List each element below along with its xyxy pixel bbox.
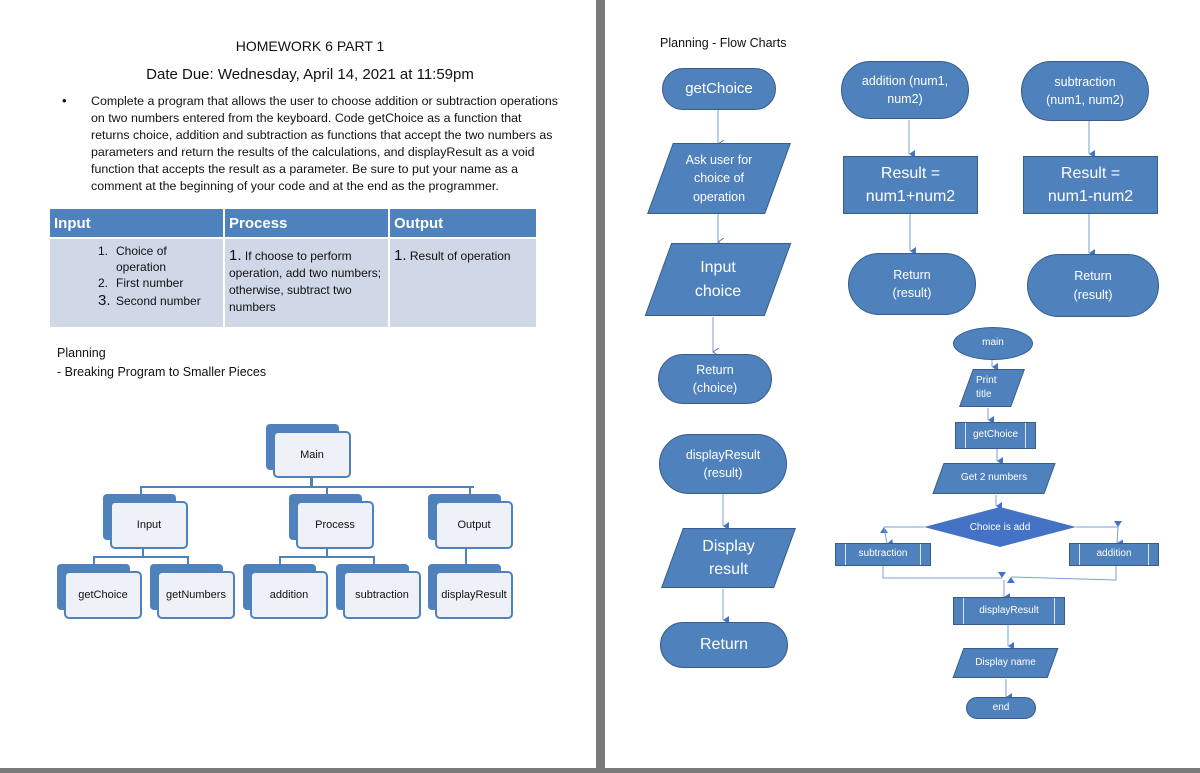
shape-label: addition (num1, num2): [861, 73, 949, 106]
flowcharts-heading: Planning - Flow Charts: [660, 36, 787, 50]
shape-label: Result =: [1060, 164, 1121, 182]
subroutine-subtraction: subtraction: [835, 543, 931, 566]
connector-line: [279, 556, 375, 558]
shape-label: Get 2 numbers: [960, 472, 1028, 484]
process-item: 1. If choose to perform operation, add t…: [229, 243, 384, 316]
org-node-getnumbers: getNumbers: [157, 571, 235, 619]
bullet-icon: •: [62, 93, 67, 108]
org-node-main: Main: [273, 431, 351, 478]
shape-label: Result =: [880, 164, 941, 182]
connector-line: [140, 486, 474, 488]
shape-label: addition: [1096, 548, 1132, 560]
document-title: HOMEWORK 6 PART 1: [235, 38, 385, 54]
header-input: Input: [50, 209, 223, 239]
terminal-subtraction-return: Return (result): [1027, 254, 1159, 317]
planning-label: Planning: [57, 346, 106, 360]
subroutine-addition: addition: [1069, 543, 1159, 566]
item-number: 1.: [229, 247, 242, 264]
header-output: Output: [390, 209, 536, 239]
bottom-edge: [0, 768, 1200, 773]
terminal-subtraction: subtraction (num1, num2): [1021, 61, 1149, 121]
terminal-return-choice: Return (choice): [658, 354, 772, 404]
process-subtraction-calc: Result = num1-num2: [1023, 156, 1158, 214]
shape-label: subtraction (num1, num2): [1046, 74, 1124, 107]
org-node-getchoice: getChoice: [64, 571, 142, 619]
ipo-header-row: Input Process Output: [50, 209, 536, 239]
subroutine-displayresult: displayResult: [953, 597, 1065, 625]
io-ask-user: Ask user for choice of operation: [660, 143, 778, 214]
item-number: 1.: [98, 244, 109, 258]
item-text: Second number: [116, 294, 201, 308]
shape-label: getChoice: [972, 429, 1019, 441]
process-cell: 1. If choose to perform operation, add t…: [225, 239, 388, 327]
item-text: First number: [116, 276, 184, 290]
shape-label: Print title: [976, 374, 997, 401]
item-text: If choose to perform operation, add two …: [229, 249, 382, 314]
org-node-process: Process: [296, 501, 374, 549]
shape-label: displayResult (result): [685, 447, 761, 480]
shape-label: Display result: [702, 537, 755, 578]
org-node-output: Output: [435, 501, 513, 549]
shape-label: Input choice: [694, 259, 742, 300]
shape-label: Return (choice): [692, 362, 738, 395]
io-print-title: Print title: [966, 369, 1018, 407]
org-node-addition: addition: [250, 571, 328, 619]
connector-line: [93, 556, 189, 558]
io-get-numbers: Get 2 numbers: [938, 463, 1050, 494]
breaking-label: - Breaking Program to Smaller Pieces: [57, 365, 267, 379]
shape-label: end: [992, 701, 1010, 713]
io-display-name: Display name: [958, 648, 1053, 678]
item-number: 3.: [98, 292, 111, 309]
item-number: 1.: [394, 247, 407, 264]
terminal-return: Return: [660, 622, 788, 668]
ipo-table: Input Process Output 1. Choice of operati…: [48, 209, 538, 327]
output-item: 1. Result of operation: [394, 243, 532, 264]
shape-label: Return (result): [1073, 269, 1113, 302]
page-divider: [596, 0, 605, 773]
shape-label: displayResult: [979, 604, 1039, 616]
terminal-displayresult: displayResult (result): [659, 434, 787, 494]
io-display-result: Display result: [672, 528, 785, 588]
terminal-addition-return: Return (result): [848, 253, 976, 315]
input-item: 2. First number: [98, 275, 219, 291]
terminal-getchoice: getChoice: [662, 68, 776, 110]
org-node-subtraction: subtraction: [343, 571, 421, 619]
shape-label: subtraction: [858, 548, 908, 560]
org-node-input: Input: [110, 501, 188, 549]
shape-label: Ask user for choice of operation: [685, 153, 753, 204]
subroutine-getchoice: getChoice: [955, 422, 1036, 449]
shape-label: Return: [699, 636, 749, 654]
input-item: 3. Second number: [98, 293, 219, 309]
terminal-main: main: [953, 327, 1033, 360]
terminal-end: end: [966, 697, 1036, 719]
shape-label: getChoice: [685, 80, 753, 98]
item-number: 2.: [98, 276, 109, 290]
item-text: Choice of operation: [116, 244, 167, 274]
item-text: Result of operation: [409, 249, 511, 263]
input-item: 1. Choice of operation: [98, 243, 219, 275]
instructions-paragraph: Complete a program that allows the user …: [91, 94, 558, 193]
shape-label: main: [982, 337, 1004, 349]
process-addition-calc: Result = num1+num2: [843, 156, 978, 214]
ipo-body-row: 1. Choice of operation 2. First number 3. S…: [50, 239, 536, 327]
shape-label: Return (result): [892, 267, 932, 300]
shape-label: num1+num2: [865, 188, 956, 205]
input-cell: 1. Choice of operation 2. First number 3. S…: [50, 239, 223, 327]
output-cell: 1. Result of operation: [390, 239, 536, 327]
due-date: Date Due: Wednesday, April 14, 2021 at 1…: [146, 66, 474, 83]
shape-label: num1-num2: [1047, 188, 1134, 205]
io-input-choice: Input choice: [658, 243, 778, 316]
terminal-addition: addition (num1, num2): [841, 61, 969, 119]
org-node-displayresult: displayResult: [435, 571, 513, 619]
header-process: Process: [225, 209, 388, 239]
shape-label: Display name: [975, 656, 1036, 668]
decision-label: Choice is add: [969, 521, 1031, 533]
